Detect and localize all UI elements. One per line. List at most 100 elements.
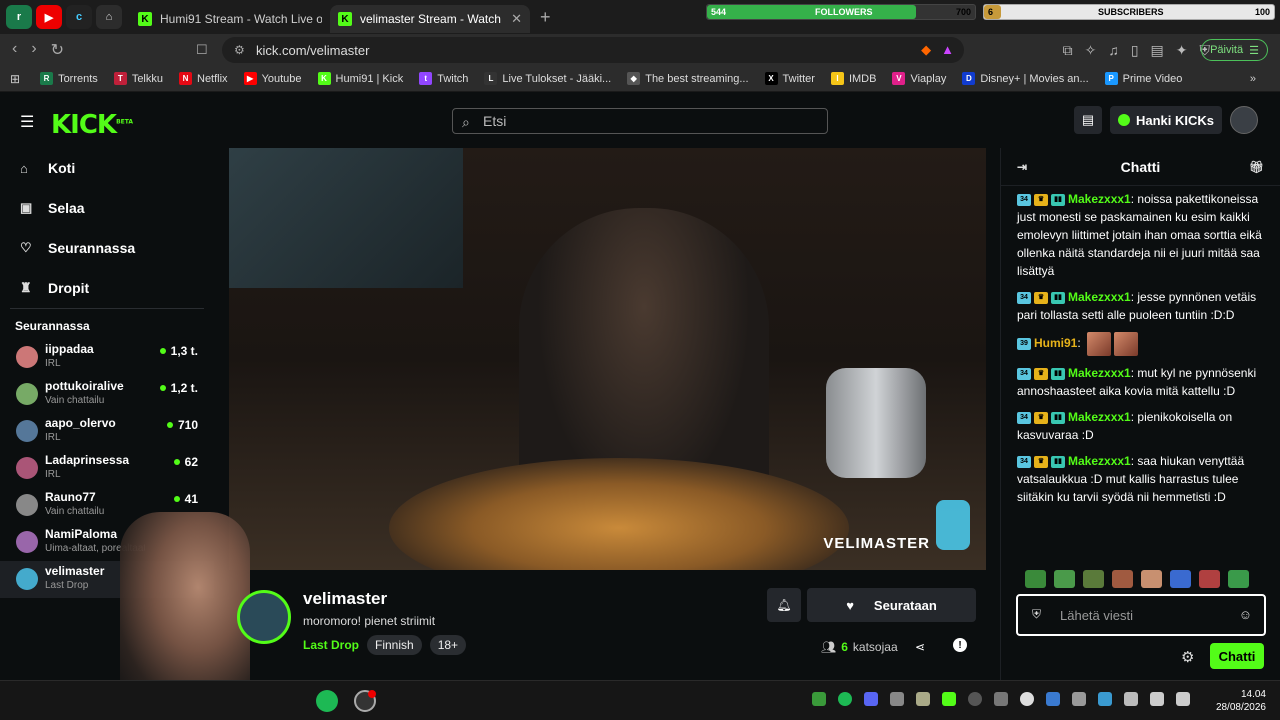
close-tab-icon[interactable]: ✕: [511, 11, 522, 27]
following-channel[interactable]: aapo_olervo IRL 710: [0, 413, 214, 450]
library-button[interactable]: ▤: [1073, 106, 1102, 134]
emoji-icon[interactable]: ☺: [1239, 607, 1252, 622]
apps-icon[interactable]: ⊞: [10, 72, 20, 86]
sidebar-nav-item[interactable]: ♜ Dropit: [0, 268, 214, 308]
bookmark-item[interactable]: L Live Tulokset - Jääki...: [484, 72, 611, 85]
bookmark-icon[interactable]: ☐: [196, 42, 208, 58]
spotify-app-icon[interactable]: [316, 690, 338, 712]
emote-8[interactable]: [1228, 570, 1249, 588]
following-channel[interactable]: pottukoiralive Vain chattailu 1,2 t.: [0, 376, 214, 413]
emote-4[interactable]: [1112, 570, 1133, 588]
bookmark-item[interactable]: P Prime Video: [1104, 72, 1182, 85]
collapse-chat-icon[interactable]: ⇥: [1017, 160, 1027, 174]
bookmark-item[interactable]: ◆ The best streaming...: [627, 72, 749, 85]
microphone-icon[interactable]: [1124, 692, 1138, 706]
tab-velimaster[interactable]: K velimaster Stream - Watch Live on Kick…: [330, 5, 530, 33]
pinned-tab-youtube[interactable]: ▶: [36, 5, 62, 29]
chat-username[interactable]: Makezxxx1: [1068, 366, 1131, 380]
chat-emote[interactable]: [1114, 332, 1139, 356]
channel-name[interactable]: velimaster: [303, 589, 387, 609]
chat-username[interactable]: Makezxxx1: [1068, 454, 1131, 468]
emote-1[interactable]: [1025, 570, 1046, 588]
site-settings-icon[interactable]: ⚙: [234, 43, 245, 57]
chat-username[interactable]: Makezxxx1: [1068, 290, 1131, 304]
tray-app-icon[interactable]: [1020, 692, 1034, 706]
battery-icon[interactable]: [1072, 692, 1086, 706]
send-chat-button[interactable]: Chatti: [1210, 643, 1264, 669]
extensions-icon[interactable]: ✧: [1085, 42, 1097, 59]
clock[interactable]: 14.04 28/08/2026: [1216, 688, 1266, 714]
bookmark-item[interactable]: D Disney+ | Movies an...: [962, 72, 1089, 85]
stream-category[interactable]: Last Drop: [303, 638, 359, 652]
volume-icon[interactable]: [1176, 692, 1190, 706]
tray-app-icon[interactable]: [1098, 692, 1112, 706]
chat-username[interactable]: Makezxxx1: [1068, 192, 1131, 206]
emote-7[interactable]: [1199, 570, 1220, 588]
back-icon[interactable]: ‹: [12, 40, 17, 60]
sidebar-icon[interactable]: ▯: [1131, 42, 1139, 59]
chat-settings-icon[interactable]: ⚙: [1181, 648, 1194, 666]
channel-avatar[interactable]: [237, 590, 291, 644]
sidebar-nav-item[interactable]: ▣ Selaa: [0, 188, 214, 228]
address-bar[interactable]: ⚙ kick.com/velimaster ◆ ▲: [222, 37, 964, 63]
chat-input[interactable]: ⛨ Lähetä viesti ☺: [1016, 594, 1266, 636]
notification-bell-button[interactable]: 🔔︎: [767, 588, 801, 622]
tab-search-icon[interactable]: ⧉: [1063, 42, 1073, 59]
network-icon[interactable]: [1150, 692, 1164, 706]
pinned-tab-torrents[interactable]: r: [6, 5, 32, 29]
chat-emote[interactable]: [1087, 332, 1112, 356]
kick-logo[interactable]: KICKBETA: [51, 110, 133, 140]
bookmark-item[interactable]: T Telkku: [113, 72, 163, 85]
pinned-tab-store[interactable]: ⌂: [96, 5, 122, 29]
menu-icon[interactable]: ☰: [20, 112, 34, 132]
get-kicks-button[interactable]: Hanki KICKs: [1109, 106, 1222, 134]
tray-app-icon[interactable]: [812, 692, 826, 706]
emote-6[interactable]: [1170, 570, 1191, 588]
sidebar-nav-item[interactable]: ♡ Seurannassa: [0, 228, 214, 268]
emote-3[interactable]: [1083, 570, 1104, 588]
wallet-icon[interactable]: ▤: [1151, 42, 1164, 59]
share-icon[interactable]: ⋖: [915, 640, 925, 654]
bluetooth-icon[interactable]: [1046, 692, 1060, 706]
new-tab-icon[interactable]: +: [540, 7, 551, 28]
cloud-tray-icon[interactable]: [890, 692, 904, 706]
bookmark-item[interactable]: R Torrents: [40, 72, 98, 85]
search-input[interactable]: ⌕ Etsi: [452, 108, 828, 134]
following-channel[interactable]: iippadaa IRL 1,3 t.: [0, 339, 214, 376]
emote-2[interactable]: [1054, 570, 1075, 588]
video-player[interactable]: VELIMASTER: [229, 148, 986, 570]
kick-tray-icon[interactable]: [942, 692, 956, 706]
tab-humi91[interactable]: K Humi91 Stream - Watch Live on Kick: [130, 5, 330, 33]
pinned-tab-app[interactable]: c: [66, 5, 92, 29]
chat-username[interactable]: Humi91: [1034, 336, 1077, 350]
reload-icon[interactable]: ↻: [51, 40, 64, 60]
rewards-icon[interactable]: ▲: [941, 42, 954, 58]
steam-tray-icon[interactable]: [968, 692, 982, 706]
discord-tray-icon[interactable]: [864, 692, 878, 706]
emote-5[interactable]: [1141, 570, 1162, 588]
tray-app-icon[interactable]: [994, 692, 1008, 706]
bookmark-item[interactable]: N Netflix: [179, 72, 228, 85]
brave-shield-icon[interactable]: ◆: [921, 42, 931, 58]
chat-username[interactable]: Makezxxx1: [1068, 410, 1131, 424]
tag-age[interactable]: 18+: [429, 635, 467, 655]
bookmark-item[interactable]: t Twitch: [419, 72, 468, 85]
bookmark-item[interactable]: X Twitter: [764, 72, 815, 85]
music-icon[interactable]: ♫: [1108, 42, 1119, 58]
spotify-tray-icon[interactable]: [838, 692, 852, 706]
bookmark-item[interactable]: V Viaplay: [892, 72, 946, 85]
following-channel[interactable]: Ladaprinsessa IRL 62: [0, 450, 214, 487]
forward-icon[interactable]: ›: [31, 40, 36, 60]
tray-app-icon[interactable]: [916, 692, 930, 706]
bookmark-item[interactable]: K Humi91 | Kick: [317, 72, 403, 85]
gift-icon[interactable]: 🎁︎: [1249, 160, 1264, 174]
follow-button[interactable]: ♥ Seurataan: [807, 588, 976, 622]
user-avatar[interactable]: [1230, 106, 1258, 134]
sidebar-nav-item[interactable]: ⌂ Koti: [0, 148, 214, 188]
bookmark-item[interactable]: ▶ Youtube: [243, 72, 302, 85]
more-bookmarks-icon[interactable]: »: [1250, 73, 1256, 85]
update-button[interactable]: Päivitä ☰: [1201, 39, 1268, 61]
report-icon[interactable]: !: [953, 638, 967, 652]
tag-language[interactable]: Finnish: [367, 635, 422, 655]
chrome-app-icon[interactable]: [354, 690, 376, 712]
